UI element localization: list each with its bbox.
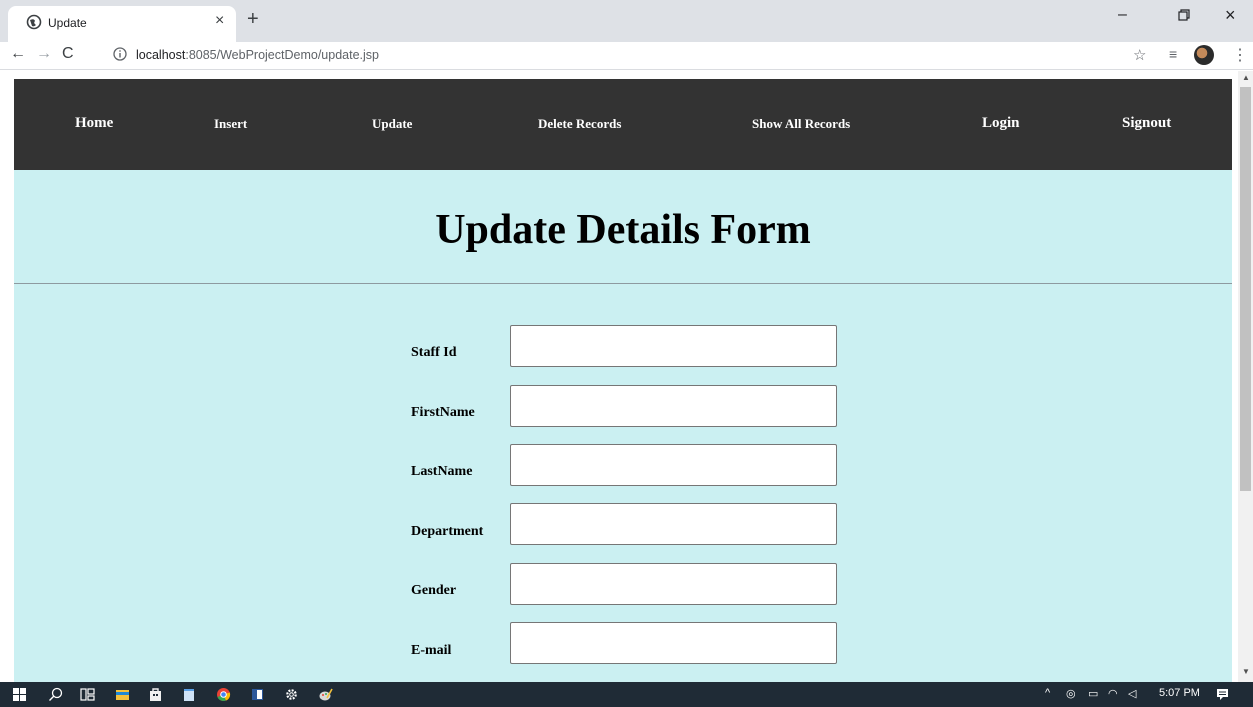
- staff-id-label: Staff Id: [411, 345, 457, 360]
- settings-icon[interactable]: [284, 687, 299, 702]
- nav-link-update[interactable]: Update: [372, 116, 412, 132]
- profile-avatar[interactable]: [1194, 45, 1214, 65]
- browser-toolbar: ← → C localhost:8085/WebProjectDemo/upda…: [0, 42, 1253, 70]
- email-input[interactable]: [510, 622, 837, 664]
- chrome-icon[interactable]: [216, 687, 231, 702]
- url-path: :8085/WebProjectDemo/update.jsp: [185, 48, 379, 62]
- paint-icon[interactable]: [318, 687, 333, 702]
- first-name-label: FirstName: [411, 405, 475, 420]
- nav-link-insert[interactable]: Insert: [214, 116, 247, 132]
- battery-icon[interactable]: ▭: [1088, 687, 1098, 700]
- notifications-icon[interactable]: [1215, 687, 1230, 702]
- new-tab-button[interactable]: +: [247, 8, 259, 31]
- department-label: Department: [411, 524, 484, 539]
- task-view-icon[interactable]: [80, 687, 95, 702]
- close-window-button[interactable]: ×: [1225, 5, 1236, 26]
- windows-taskbar: ^ ◎ ▭ ◠ ◁ 5:07 PM: [0, 682, 1253, 707]
- page-content: Home Insert Update Delete Records Show A…: [14, 79, 1232, 682]
- minimize-button[interactable]: –: [1118, 6, 1127, 24]
- reload-button[interactable]: C: [62, 45, 74, 63]
- site-navbar: Home Insert Update Delete Records Show A…: [14, 79, 1232, 170]
- back-button[interactable]: ←: [10, 45, 26, 63]
- scroll-down-arrow-icon[interactable]: ▼: [1242, 667, 1250, 676]
- address-bar[interactable]: localhost:8085/WebProjectDemo/update.jsp: [136, 48, 379, 62]
- last-name-input[interactable]: [510, 444, 837, 486]
- media-control-icon[interactable]: ≡: [1169, 46, 1177, 62]
- show-hidden-icons-icon[interactable]: ^: [1045, 687, 1050, 699]
- restore-button[interactable]: [1178, 9, 1190, 21]
- store-icon[interactable]: [148, 687, 163, 702]
- staff-id-input[interactable]: [510, 325, 837, 367]
- tab-title: Update: [48, 16, 87, 30]
- wifi-icon[interactable]: ◠: [1108, 687, 1118, 700]
- info-icon[interactable]: [113, 47, 127, 61]
- email-label: E-mail: [411, 643, 452, 658]
- star-icon[interactable]: ☆: [1133, 46, 1146, 64]
- last-name-label: LastName: [411, 464, 473, 479]
- volume-icon[interactable]: ◁: [1128, 687, 1136, 700]
- page-title: Update Details Form: [435, 207, 811, 253]
- globe-icon: [26, 14, 42, 30]
- gender-label: Gender: [411, 583, 457, 598]
- nav-link-show-all-records[interactable]: Show All Records: [752, 116, 850, 132]
- vertical-scrollbar[interactable]: ▲ ▼: [1238, 71, 1253, 682]
- divider: [14, 283, 1232, 284]
- url-host: localhost: [136, 48, 186, 62]
- word-icon[interactable]: [250, 687, 265, 702]
- notepad-icon[interactable]: [182, 687, 197, 702]
- nav-link-home[interactable]: Home: [75, 115, 113, 132]
- browser-tab-bar: Update × + – ×: [0, 0, 1253, 42]
- department-input[interactable]: [510, 503, 837, 545]
- browser-tab[interactable]: Update ×: [8, 6, 236, 42]
- menu-dots-icon[interactable]: ⋮: [1232, 45, 1248, 65]
- gender-input[interactable]: [510, 563, 837, 605]
- search-icon[interactable]: [48, 687, 63, 702]
- scroll-up-arrow-icon[interactable]: ▲: [1242, 73, 1250, 82]
- close-tab-icon[interactable]: ×: [215, 12, 224, 30]
- file-explorer-icon[interactable]: [115, 687, 130, 702]
- forward-button[interactable]: →: [36, 45, 52, 63]
- taskbar-clock[interactable]: 5:07 PM: [1159, 687, 1200, 699]
- windows-start-icon[interactable]: [12, 687, 27, 702]
- tray-app-icon[interactable]: ◎: [1066, 687, 1076, 700]
- first-name-input[interactable]: [510, 385, 837, 427]
- nav-link-signout[interactable]: Signout: [1122, 115, 1171, 132]
- nav-link-login[interactable]: Login: [982, 115, 1020, 132]
- page-viewport: Home Insert Update Delete Records Show A…: [0, 71, 1238, 682]
- nav-link-delete-records[interactable]: Delete Records: [538, 116, 621, 132]
- scroll-thumb[interactable]: [1240, 87, 1251, 491]
